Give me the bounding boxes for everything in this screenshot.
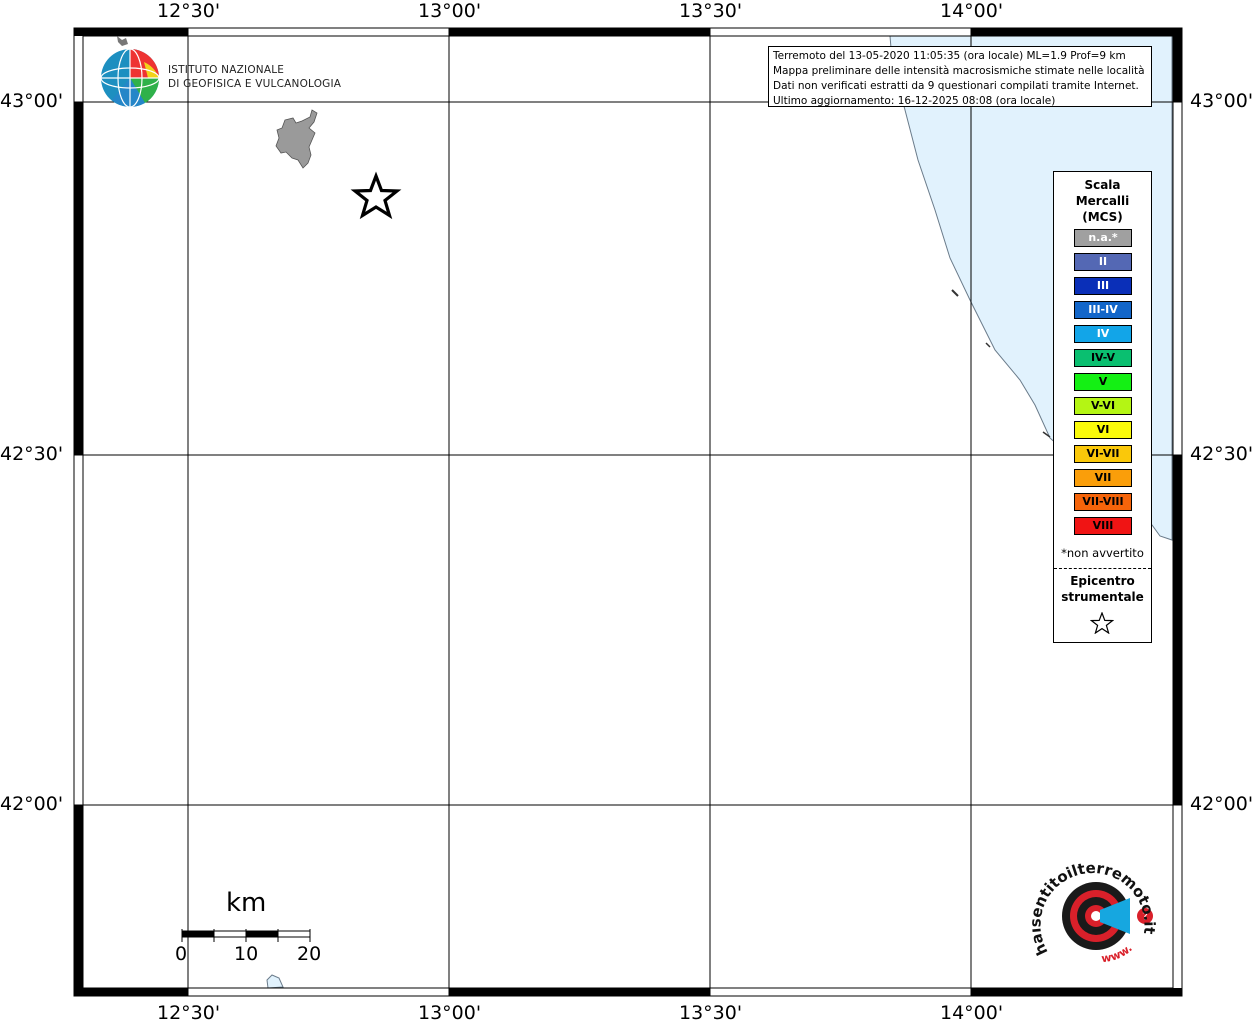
mcs-legend: Scala Mercalli (MCS) n.a.* II III III-IV IV I…: [1053, 171, 1152, 643]
legend-item: IV-V: [1074, 349, 1132, 367]
legend-title-line: (MCS): [1082, 210, 1123, 224]
institute-line-2: DI GEOFISICA E VULCANOLOGIA: [168, 78, 342, 90]
legend-note: *non avvertito: [1061, 546, 1144, 560]
lon-label-top: 13°00': [418, 0, 482, 22]
legend-items: n.a.* II III III-IV IV IV-V V V-VI VI VI-VII VII VI…: [1074, 229, 1132, 541]
town-area: [275, 109, 318, 169]
legend-divider: [1054, 568, 1151, 569]
legend-item: VIII: [1074, 517, 1132, 535]
legend-star-icon: [1090, 612, 1114, 634]
lat-label-right: 43°00': [1190, 90, 1254, 112]
scale-tick-label: 0: [175, 943, 188, 965]
coast-detail: [951, 289, 959, 297]
institute-name: ISTITUTO NAZIONALE DI GEOFISICA E VULCAN…: [168, 63, 341, 91]
legend-item: III: [1074, 277, 1132, 295]
legend-item: VI: [1074, 421, 1132, 439]
legend-item: VI-VII: [1074, 445, 1132, 463]
legend-item: VII: [1074, 469, 1132, 487]
legend-epicenter-line: strumentale: [1061, 590, 1144, 604]
lon-label-bottom: 12°30': [157, 1002, 221, 1024]
lon-label-bottom: 14°00': [940, 1002, 1004, 1024]
legend-title: Scala Mercalli (MCS): [1054, 177, 1151, 225]
lat-label-left: 43°00': [0, 90, 64, 112]
scale-unit: km: [226, 888, 267, 918]
legend-item: VII-VIII: [1074, 493, 1132, 511]
coast-detail: [985, 342, 991, 348]
legend-epicenter-label: Epicentro strumentale: [1054, 573, 1151, 605]
legend-item: II: [1074, 253, 1132, 271]
epicenter-star-icon[interactable]: [350, 171, 402, 220]
lat-label-right: 42°00': [1190, 793, 1254, 815]
legend-item: n.a.*: [1074, 229, 1132, 247]
legend-item: III-IV: [1074, 301, 1132, 319]
event-info-line: Mappa preliminare delle intensità macros…: [773, 65, 1145, 77]
lat-label-right: 42°30': [1190, 443, 1254, 465]
lake-shape: [266, 974, 284, 989]
event-info-line: Dati non verificati estratti da 9 questi…: [773, 80, 1139, 92]
lat-label-left: 42°30': [0, 443, 64, 465]
lon-label-top: 14°00': [940, 0, 1004, 22]
haisentito-logo[interactable]: ? haisentitoilterremoto.it www.: [1032, 860, 1160, 972]
scale-tick-label: 10: [234, 943, 259, 965]
legend-title-line: Mercalli: [1075, 194, 1130, 208]
event-info-line: Ultimo aggiornamento: 16-12-2025 08:08 (…: [773, 95, 1056, 107]
legend-item: IV: [1074, 325, 1132, 343]
legend-title-line: Scala: [1084, 178, 1121, 192]
lon-label-top: 12°30': [157, 0, 221, 22]
lon-label-top: 13°30': [679, 0, 743, 22]
legend-item: V: [1074, 373, 1132, 391]
event-info-line: Terremoto del 13-05-2020 11:05:35 (ora l…: [773, 50, 1126, 62]
event-info-box: Terremoto del 13-05-2020 11:05:35 (ora l…: [768, 46, 1152, 107]
scale-tick-label: 20: [297, 943, 322, 965]
lat-label-left: 42°00': [0, 793, 64, 815]
scale-bar: km 0 10 20: [170, 888, 330, 968]
institute-line-1: ISTITUTO NAZIONALE: [168, 64, 285, 76]
lon-label-bottom: 13°30': [679, 1002, 743, 1024]
legend-epicenter-line: Epicentro: [1070, 574, 1135, 588]
lon-label-bottom: 13°00': [418, 1002, 482, 1024]
legend-item: V-VI: [1074, 397, 1132, 415]
